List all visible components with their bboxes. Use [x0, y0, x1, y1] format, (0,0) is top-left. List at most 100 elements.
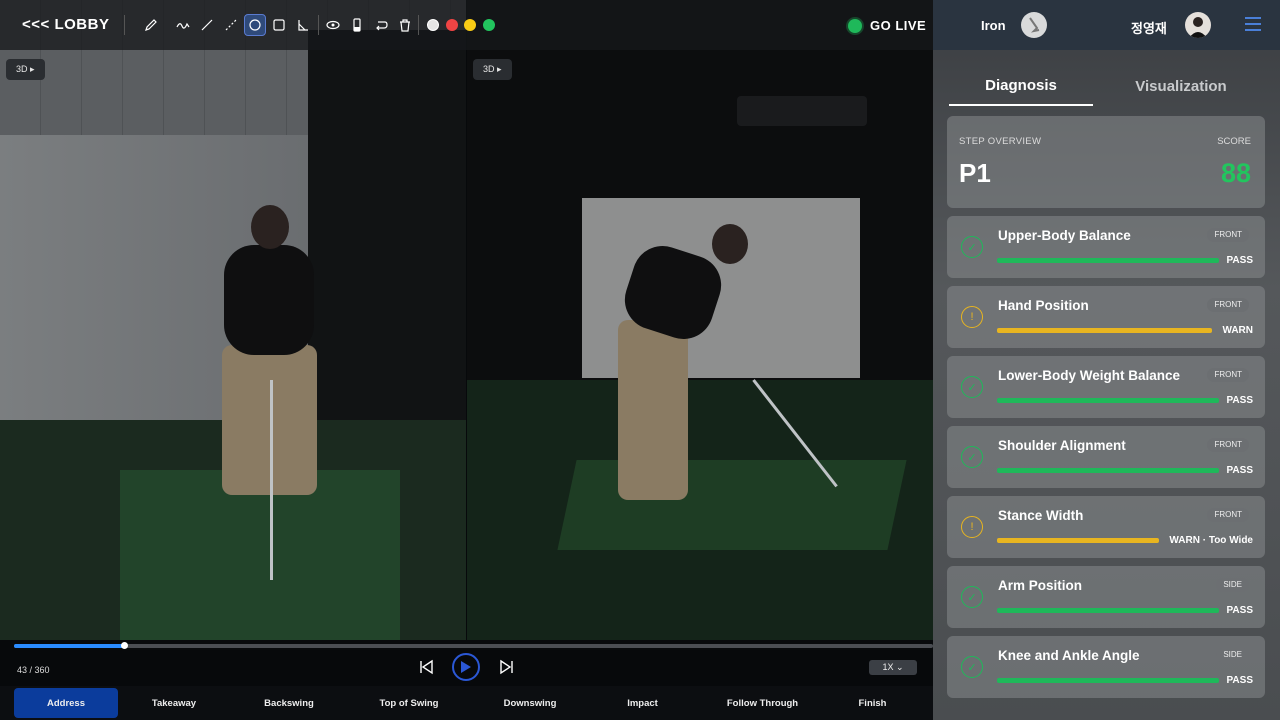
view-3d-button-left[interactable]: 3D ▸ — [6, 59, 45, 80]
angle-icon[interactable] — [292, 14, 314, 36]
swing-phase-bar: Address Takeaway Backswing Top of Swing Down… — [0, 686, 933, 720]
squiggle-icon[interactable] — [172, 14, 194, 36]
diagnosis-item[interactable]: ✓ Lower-Body Weight Balance FRONT PASS — [947, 356, 1265, 418]
golfer-legs — [618, 320, 688, 500]
check-icon: ✓ — [961, 586, 983, 608]
diagnosis-item[interactable]: ✓ Upper-Body Balance FRONT PASS — [947, 216, 1265, 278]
score-value: 88 — [1220, 158, 1251, 188]
diagnosis-result: WARN · Too Wide — [1169, 535, 1253, 546]
diagnosis-item[interactable]: ! Stance Width FRONT WARN · Too Wide — [947, 496, 1265, 558]
diagnosis-title: Knee and Ankle Angle — [998, 648, 1140, 663]
diagnosis-bar — [997, 678, 1219, 683]
video-area: 3D ▸ 3D ▸ — [0, 0, 933, 720]
skip-forward-icon — [500, 659, 513, 675]
diagnosis-title: Shoulder Alignment — [998, 438, 1126, 453]
phase-tab-downswing[interactable]: Downswing — [470, 688, 590, 718]
diagnosis-result: WARN — [1222, 325, 1253, 336]
step-value: P1 — [959, 158, 991, 188]
phase-tab-backswing[interactable]: Backswing — [230, 688, 348, 718]
diagnosis-title: Lower-Body Weight Balance — [998, 368, 1181, 383]
eraser-icon[interactable] — [346, 14, 368, 36]
frame-counter: 43 / 360 — [17, 665, 50, 675]
golf-club — [270, 380, 273, 580]
diagnosis-result: PASS — [1226, 465, 1254, 476]
diagnosis-title: Arm Position — [998, 578, 1083, 593]
rectangle-icon[interactable] — [268, 14, 290, 36]
step-overview-label: STEP OVERVIEW — [959, 136, 1042, 147]
view-3d-button-right[interactable]: 3D ▸ — [473, 59, 512, 80]
projector — [737, 96, 867, 126]
timeline-scrubber[interactable] — [14, 642, 933, 649]
check-icon: ✓ — [961, 656, 983, 678]
playback-speed-select[interactable]: 1X ⌄ — [869, 660, 917, 675]
view-badge: FRONT — [1207, 298, 1249, 312]
color-swatch-red[interactable] — [446, 19, 458, 31]
check-icon: ✓ — [961, 236, 983, 258]
diagnosis-result: PASS — [1226, 395, 1254, 406]
phase-tab-impact[interactable]: Impact — [590, 688, 695, 718]
go-live-label: GO LIVE — [870, 18, 927, 33]
diagnosis-bar — [997, 538, 1160, 543]
diagnosis-item[interactable]: ! Hand Position FRONT WARN — [947, 286, 1265, 348]
tab-diagnosis[interactable]: Diagnosis — [949, 66, 1093, 106]
diagnosis-bar — [997, 258, 1219, 263]
app-root: 3D ▸ 3D ▸ <<< LOBBY GO LIVE 43 / 360 1X … — [0, 0, 1280, 720]
phase-tab-address[interactable]: Address — [14, 688, 118, 718]
menu-icon[interactable] — [1245, 17, 1261, 31]
diagnosis-bar — [997, 398, 1219, 403]
check-icon: ✓ — [961, 376, 983, 398]
color-swatch-green[interactable] — [483, 19, 495, 31]
timeline-progress — [14, 644, 124, 648]
golfer-body — [224, 245, 314, 355]
warning-icon: ! — [961, 306, 983, 328]
circle-icon[interactable] — [244, 14, 266, 36]
club-label: Iron — [981, 18, 1006, 33]
phase-tab-top-of-swing[interactable]: Top of Swing — [348, 688, 470, 718]
diagnosis-result: PASS — [1226, 605, 1254, 616]
view-badge: FRONT — [1207, 438, 1249, 452]
dashed-line-icon[interactable] — [220, 14, 242, 36]
toolbar-divider — [318, 15, 319, 35]
tab-visualization[interactable]: Visualization — [1109, 66, 1253, 106]
diagnosis-bar — [997, 328, 1213, 333]
live-indicator-icon — [848, 18, 862, 33]
view-badge: FRONT — [1207, 228, 1249, 242]
undo-icon[interactable] — [370, 14, 392, 36]
front-camera-view — [0, 0, 466, 640]
view-badge: SIDE — [1216, 578, 1249, 592]
warning-icon: ! — [961, 516, 983, 538]
analysis-panel: Iron 정영재 Diagnosis Visualization STEP OV… — [933, 0, 1280, 720]
toolbar-divider — [418, 15, 419, 35]
go-live-button[interactable]: GO LIVE — [848, 18, 926, 33]
diagnosis-item[interactable]: ✓ Knee and Ankle Angle SIDE PASS — [947, 636, 1265, 698]
golfer-head — [712, 224, 748, 264]
color-swatch-white[interactable] — [427, 19, 439, 31]
pen-icon[interactable] — [140, 14, 162, 36]
skip-back-icon — [420, 659, 433, 675]
diagnosis-result: PASS — [1226, 255, 1254, 266]
lobby-button[interactable]: <<< LOBBY — [22, 16, 109, 33]
panel-header: Iron 정영재 — [933, 0, 1280, 50]
timeline-thumb[interactable] — [120, 642, 128, 649]
diagnosis-item[interactable]: ✓ Shoulder Alignment FRONT PASS — [947, 426, 1265, 488]
previous-frame-button[interactable] — [417, 659, 435, 675]
panel-tabs: Diagnosis Visualization — [949, 66, 1263, 106]
line-icon[interactable] — [196, 14, 218, 36]
play-button[interactable] — [452, 653, 480, 681]
trash-icon[interactable] — [394, 14, 416, 36]
diagnosis-item[interactable]: ✓ Arm Position SIDE PASS — [947, 566, 1265, 628]
score-label: SCORE — [1217, 136, 1251, 147]
next-frame-button[interactable] — [498, 659, 516, 675]
phase-tab-takeaway[interactable]: Takeaway — [118, 688, 230, 718]
step-overview-card: STEP OVERVIEW P1 SCORE 88 — [947, 116, 1265, 208]
phase-tab-finish[interactable]: Finish — [830, 688, 915, 718]
diagnosis-title: Stance Width — [998, 508, 1084, 523]
phase-tab-follow-through[interactable]: Follow Through — [695, 688, 830, 718]
eye-icon[interactable] — [322, 14, 344, 36]
toolbar-divider — [124, 15, 125, 35]
diagnosis-title: Hand Position — [998, 298, 1089, 313]
club-avatar[interactable] — [1021, 12, 1047, 38]
color-swatch-yellow[interactable] — [464, 19, 476, 31]
user-avatar[interactable] — [1185, 12, 1211, 38]
hitting-mat — [120, 470, 400, 640]
